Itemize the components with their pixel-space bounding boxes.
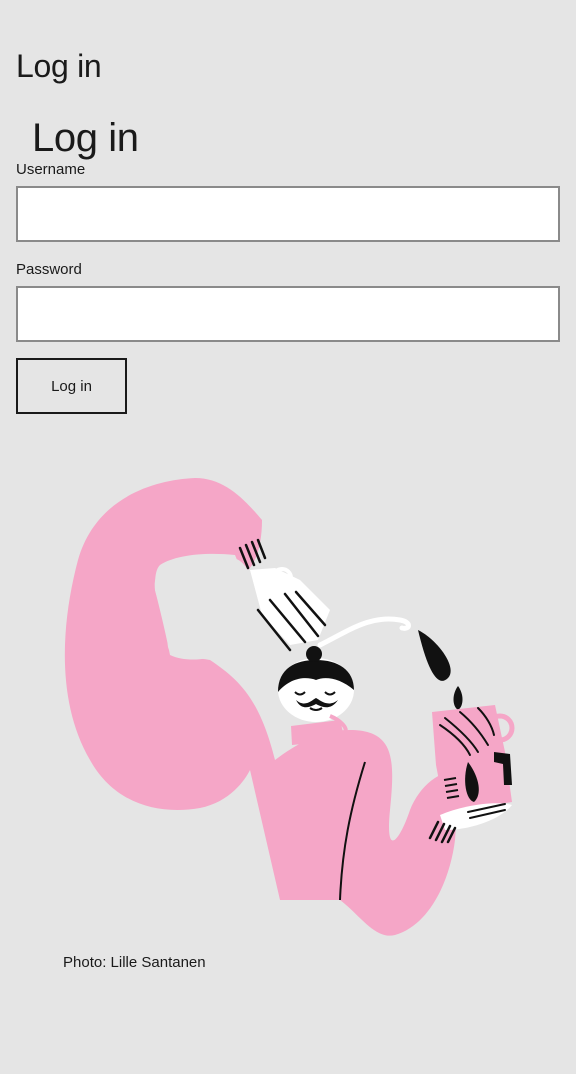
- chef-head-icon: [278, 646, 354, 745]
- photo-caption: Photo: Lille Santanen: [63, 954, 206, 971]
- login-button[interactable]: Log in: [16, 358, 127, 414]
- drop-shape: [418, 630, 451, 681]
- password-input[interactable]: [16, 286, 560, 342]
- username-label: Username: [16, 161, 86, 178]
- arm-loop-cutout: [155, 553, 240, 660]
- shaker-icon: [250, 567, 330, 652]
- username-input[interactable]: [16, 186, 560, 242]
- form-title: Log in: [32, 116, 139, 160]
- cup-icon: [432, 705, 515, 812]
- login-page: Log in Log in Username Password Log in P…: [0, 0, 576, 1074]
- chef-illustration: [64, 478, 515, 936]
- pour-stream: [317, 616, 411, 648]
- password-label: Password: [16, 261, 82, 278]
- chef-body-shape: [64, 478, 460, 936]
- page-title: Log in: [16, 48, 102, 84]
- drop-shape: [453, 686, 463, 710]
